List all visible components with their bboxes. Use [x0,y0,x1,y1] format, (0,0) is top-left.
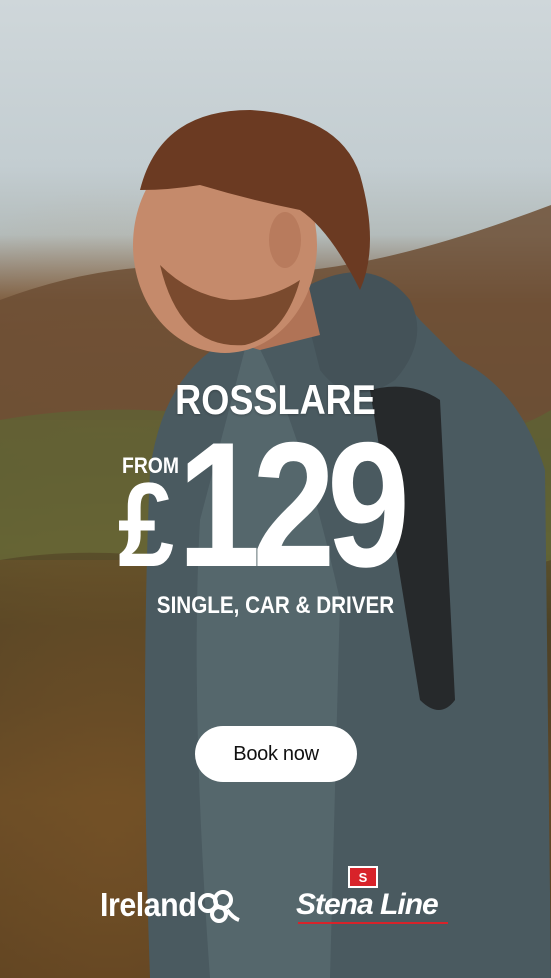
fare-details: SINGLE, CAR & DRIVER [156,592,395,619]
stena-flag-icon: S [348,866,378,888]
price-amount: 129 [177,405,410,604]
ireland-logo-text: Ireland [100,886,197,923]
stena-underline [298,922,448,924]
price-block: FROM £129 [118,416,448,595]
stena-line-logo-text: Stena Line [296,888,439,921]
price: £129 [118,416,410,605]
ireland-logo: Ireland [100,884,241,926]
shamrock-icon [197,890,240,923]
book-now-button[interactable]: Book now [195,726,357,782]
ad-banner[interactable]: ROSSLARE FROM £129 SINGLE, CAR & DRIVER … [0,0,551,978]
currency-symbol: £ [118,458,174,592]
stena-line-logo: S Stena Line [296,866,456,926]
